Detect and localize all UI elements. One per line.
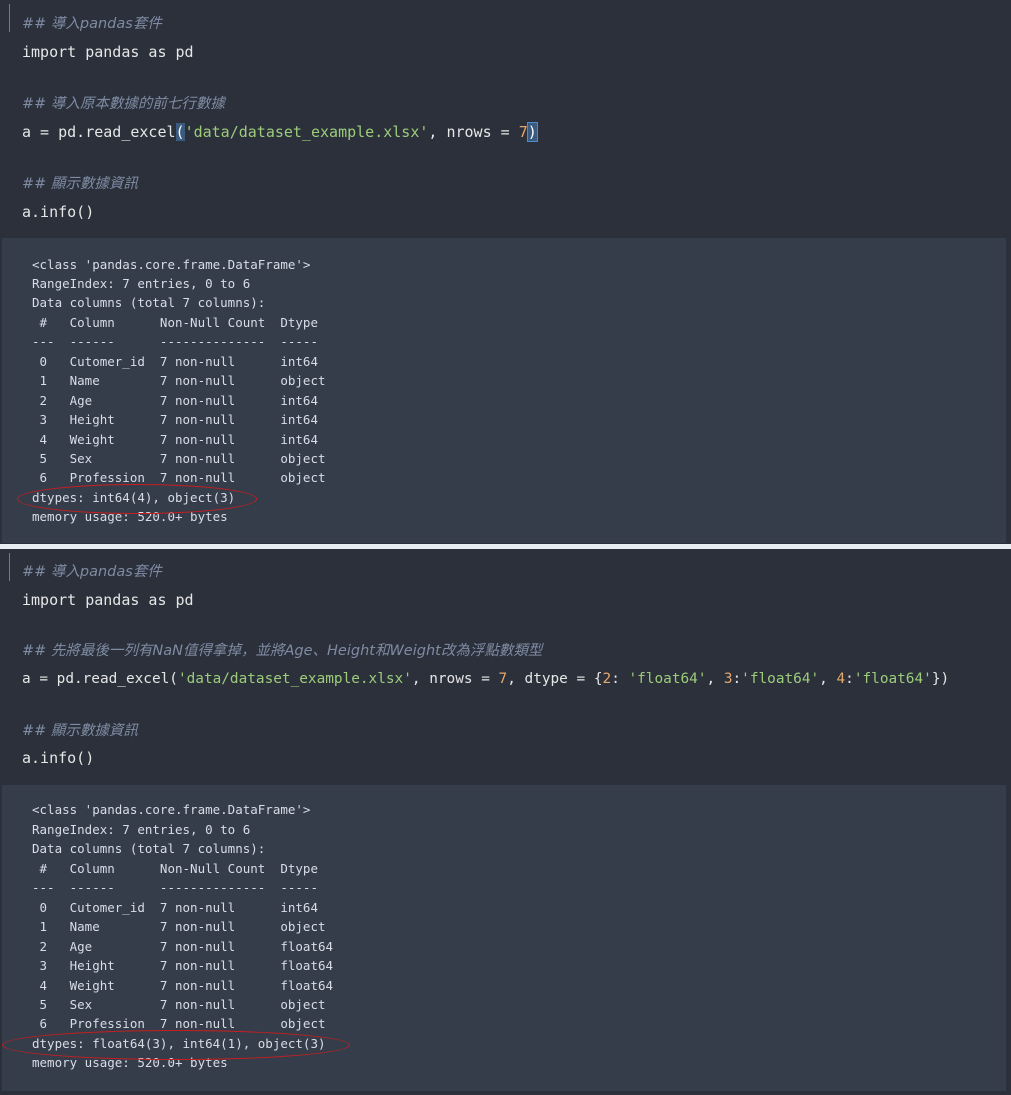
output-line: <class 'pandas.core.frame.DataFrame'>: [32, 257, 311, 272]
output-line: 0 Cutomer_id 7 non-null int64: [32, 900, 334, 915]
code-token: ,: [819, 671, 837, 687]
code-line-import: import pandas as pd: [22, 43, 194, 61]
code-token: :: [732, 671, 742, 687]
output-line: 5 Sex 7 non-null object: [32, 451, 326, 466]
highlight-ellipse: [2, 1030, 350, 1060]
output-line: 1 Name 7 non-null object: [32, 919, 334, 934]
output-line: 2 Age 7 non-null int64: [32, 393, 326, 408]
code-comment: ## 導入pandas套件: [22, 564, 162, 580]
cell-focus-bar: [9, 4, 10, 32]
matched-paren: (: [175, 123, 185, 141]
code-line-import: import pandas as pd: [22, 591, 194, 609]
code-comment: ## 導入原本數據的前七行數據: [22, 96, 225, 112]
code-token: :: [845, 671, 854, 687]
output-line: 3 Height 7 non-null int64: [32, 412, 326, 427]
cell-focus-bar: [9, 553, 10, 581]
matched-paren-cursor: ): [526, 122, 538, 142]
output-line: 2 Age 7 non-null float64: [32, 939, 334, 954]
code-number: 2: [602, 671, 612, 687]
output-line: 1 Name 7 non-null object: [32, 373, 326, 388]
code-string: 'float64': [853, 671, 932, 687]
code-string: 'float64': [741, 671, 820, 687]
code-number: 7: [518, 123, 528, 141]
code-line-info: a.info(): [22, 203, 95, 221]
output-line: 3 Height 7 non-null float64: [32, 958, 334, 973]
output-line: --- ------ -------------- -----: [32, 880, 334, 895]
output-line: RangeIndex: 7 entries, 0 to 6: [32, 276, 251, 291]
output-line: # Column Non-Null Count Dtype: [32, 315, 326, 330]
output-line: <class 'pandas.core.frame.DataFrame'>: [32, 802, 311, 817]
code-line-read-excel: a = pd.read_excel('data/dataset_example.…: [22, 667, 949, 691]
output-line: 4 Weight 7 non-null int64: [32, 432, 326, 447]
code-editor-2[interactable]: ## 導入pandas套件 import pandas as pd ## 先將最…: [2, 549, 1006, 785]
notebook-cell-1[interactable]: ## 導入pandas套件 import pandas as pd ## 導入原…: [2, 0, 1006, 545]
code-string: 'float64': [628, 671, 707, 687]
code-line-read-excel: a = pd.read_excel('data/dataset_example.…: [22, 120, 538, 144]
code-string: 'data/dataset_example.xlsx': [184, 123, 429, 141]
output-line: RangeIndex: 7 entries, 0 to 6: [32, 822, 251, 837]
code-number: 7: [498, 671, 508, 687]
code-string: 'data/dataset_example.xlsx': [177, 671, 412, 687]
code-number: 4: [836, 671, 846, 687]
code-token: a = pd.read_excel: [22, 123, 176, 141]
cell-output-2: <class 'pandas.core.frame.DataFrame'> Ra…: [2, 785, 1006, 1091]
code-comment: ## 顯示數據資訊: [22, 176, 138, 192]
output-line: # Column Non-Null Count Dtype: [32, 861, 334, 876]
highlight-ellipse: [17, 484, 257, 514]
code-token: , dtype = {: [507, 671, 603, 687]
output-line: Data columns (total 7 columns):: [32, 295, 266, 310]
code-token: }): [931, 671, 950, 687]
code-line-info: a.info(): [22, 749, 95, 767]
output-line: 5 Sex 7 non-null object: [32, 997, 334, 1012]
output-line: 4 Weight 7 non-null float64: [32, 978, 334, 993]
code-comment: ## 先將最後一列有NaN值得拿掉，並將Age、Height和Weight改為浮…: [22, 643, 543, 659]
code-comment: ## 導入pandas套件: [22, 16, 162, 32]
output-line: --- ------ -------------- -----: [32, 334, 326, 349]
output-line: 0 Cutomer_id 7 non-null int64: [32, 354, 326, 369]
code-token: ,: [706, 671, 724, 687]
code-token: a = pd.read_excel(: [22, 671, 178, 687]
code-token: :: [611, 671, 629, 687]
code-token: , nrows =: [411, 671, 499, 687]
code-comment: ## 顯示數據資訊: [22, 723, 138, 739]
cell-output-1: <class 'pandas.core.frame.DataFrame'> Ra…: [2, 238, 1006, 543]
code-number: 3: [723, 671, 733, 687]
output-line: Data columns (total 7 columns):: [32, 841, 266, 856]
code-editor-1[interactable]: ## 導入pandas套件 import pandas as pd ## 導入原…: [2, 0, 1006, 238]
code-token: , nrows =: [428, 123, 519, 141]
notebook-cell-2[interactable]: ## 導入pandas套件 import pandas as pd ## 先將最…: [2, 549, 1006, 1095]
